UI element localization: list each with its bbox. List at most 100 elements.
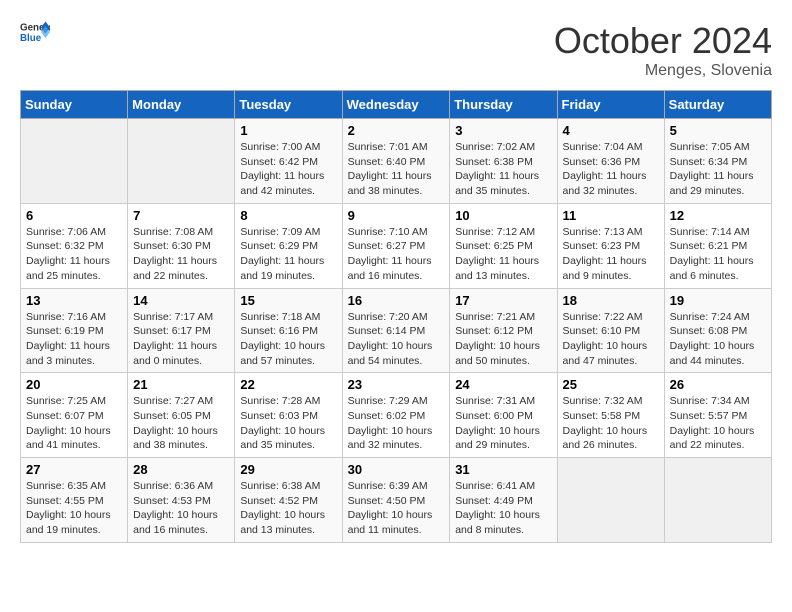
month-year-title: October 2024: [554, 20, 772, 62]
day-info: Sunrise: 7:08 AMSunset: 6:30 PMDaylight:…: [133, 225, 229, 284]
day-number: 20: [26, 377, 122, 392]
day-info: Sunrise: 7:20 AMSunset: 6:14 PMDaylight:…: [348, 310, 445, 369]
calendar-cell: 14 Sunrise: 7:17 AMSunset: 6:17 PMDayligh…: [128, 288, 235, 373]
calendar-cell: [21, 119, 128, 204]
day-number: 28: [133, 462, 229, 477]
day-number: 10: [455, 208, 551, 223]
day-info: Sunrise: 7:17 AMSunset: 6:17 PMDaylight:…: [133, 310, 229, 369]
page-header: General Blue October 2024 Menges, Sloven…: [20, 20, 772, 80]
day-of-week-header: Wednesday: [342, 91, 450, 119]
calendar-cell: [128, 119, 235, 204]
logo-icon: General Blue: [20, 20, 50, 44]
calendar-cell: 8Sunrise: 7:09 AMSunset: 6:29 PMDaylight…: [235, 203, 342, 288]
calendar-cell: 2 Sunrise: 7:01 AMSunset: 6:40 PMDaylight…: [342, 119, 450, 204]
day-number: 30: [348, 462, 445, 477]
day-of-week-header: Thursday: [450, 91, 557, 119]
day-number: 16: [348, 293, 445, 308]
calendar-cell: 4 Sunrise: 7:04 AMSunset: 6:36 PMDaylight…: [557, 119, 664, 204]
day-info: Sunrise: 7:05 AMSunset: 6:34 PMDaylight:…: [670, 140, 766, 199]
calendar-week-row: 20Sunrise: 7:25 AMSunset: 6:07 PMDayligh…: [21, 373, 772, 458]
calendar-table: SundayMondayTuesdayWednesdayThursdayFrid…: [20, 90, 772, 543]
day-info: Sunrise: 7:00 AMSunset: 6:42 PMDaylight:…: [240, 140, 336, 199]
day-info: Sunrise: 7:21 AMSunset: 6:12 PMDaylight:…: [455, 310, 551, 369]
calendar-cell: [557, 458, 664, 543]
calendar-cell: 16 Sunrise: 7:20 AMSunset: 6:14 PMDayligh…: [342, 288, 450, 373]
day-info: Sunrise: 7:14 AMSunset: 6:21 PMDaylight:…: [670, 225, 766, 284]
day-number: 21: [133, 377, 229, 392]
day-number: 24: [455, 377, 551, 392]
day-info: Sunrise: 7:06 AMSunset: 6:32 PMDaylight:…: [26, 225, 122, 284]
day-info: Sunrise: 7:29 AMSunset: 6:02 PMDaylight:…: [348, 394, 445, 453]
day-number: 11: [563, 208, 659, 223]
day-number: 19: [670, 293, 766, 308]
calendar-body: 1Sunrise: 7:00 AMSunset: 6:42 PMDaylight…: [21, 119, 772, 543]
day-number: 15: [240, 293, 336, 308]
day-number: 25: [563, 377, 659, 392]
calendar-cell: 26Sunrise: 7:34 AMSunset: 5:57 PMDayligh…: [664, 373, 771, 458]
day-info: Sunrise: 7:27 AMSunset: 6:05 PMDaylight:…: [133, 394, 229, 453]
calendar-cell: 3Sunrise: 7:02 AMSunset: 6:38 PMDaylight…: [450, 119, 557, 204]
calendar-cell: 17 Sunrise: 7:21 AMSunset: 6:12 PMDayligh…: [450, 288, 557, 373]
day-number: 4: [563, 123, 659, 138]
day-info: Sunrise: 6:36 AMSunset: 4:53 PMDaylight:…: [133, 479, 229, 538]
day-number: 12: [670, 208, 766, 223]
day-info: Sunrise: 7:01 AMSunset: 6:40 PMDaylight:…: [348, 140, 445, 199]
day-number: 9: [348, 208, 445, 223]
day-number: 3: [455, 123, 551, 138]
calendar-cell: 24Sunrise: 7:31 AMSunset: 6:00 PMDayligh…: [450, 373, 557, 458]
calendar-cell: 20Sunrise: 7:25 AMSunset: 6:07 PMDayligh…: [21, 373, 128, 458]
day-number: 31: [455, 462, 551, 477]
day-number: 14: [133, 293, 229, 308]
day-of-week-header: Monday: [128, 91, 235, 119]
logo: General Blue: [20, 20, 50, 44]
day-info: Sunrise: 7:34 AMSunset: 5:57 PMDaylight:…: [670, 394, 766, 453]
calendar-cell: [664, 458, 771, 543]
calendar-cell: 29 Sunrise: 6:38 AMSunset: 4:52 PMDayligh…: [235, 458, 342, 543]
day-info: Sunrise: 6:39 AMSunset: 4:50 PMDaylight:…: [348, 479, 445, 538]
calendar-cell: 31 Sunrise: 6:41 AMSunset: 4:49 PMDayligh…: [450, 458, 557, 543]
day-info: Sunrise: 7:24 AMSunset: 6:08 PMDaylight:…: [670, 310, 766, 369]
calendar-cell: 12 Sunrise: 7:14 AMSunset: 6:21 PMDayligh…: [664, 203, 771, 288]
day-of-week-header: Tuesday: [235, 91, 342, 119]
day-info: Sunrise: 7:10 AMSunset: 6:27 PMDaylight:…: [348, 225, 445, 284]
day-of-week-header: Friday: [557, 91, 664, 119]
day-number: 22: [240, 377, 336, 392]
calendar-cell: 28 Sunrise: 6:36 AMSunset: 4:53 PMDayligh…: [128, 458, 235, 543]
calendar-cell: 13Sunrise: 7:16 AMSunset: 6:19 PMDayligh…: [21, 288, 128, 373]
calendar-cell: 5Sunrise: 7:05 AMSunset: 6:34 PMDaylight…: [664, 119, 771, 204]
day-info: Sunrise: 7:22 AMSunset: 6:10 PMDaylight:…: [563, 310, 659, 369]
day-info: Sunrise: 7:12 AMSunset: 6:25 PMDaylight:…: [455, 225, 551, 284]
day-info: Sunrise: 6:41 AMSunset: 4:49 PMDaylight:…: [455, 479, 551, 538]
day-info: Sunrise: 7:04 AMSunset: 6:36 PMDaylight:…: [563, 140, 659, 199]
calendar-cell: 7 Sunrise: 7:08 AMSunset: 6:30 PMDaylight…: [128, 203, 235, 288]
day-number: 29: [240, 462, 336, 477]
day-info: Sunrise: 7:16 AMSunset: 6:19 PMDaylight:…: [26, 310, 122, 369]
day-number: 27: [26, 462, 122, 477]
day-number: 6: [26, 208, 122, 223]
calendar-week-row: 27 Sunrise: 6:35 AMSunset: 4:55 PMDayligh…: [21, 458, 772, 543]
calendar-cell: 15 Sunrise: 7:18 AMSunset: 6:16 PMDayligh…: [235, 288, 342, 373]
day-info: Sunrise: 7:18 AMSunset: 6:16 PMDaylight:…: [240, 310, 336, 369]
calendar-week-row: 6 Sunrise: 7:06 AMSunset: 6:32 PMDaylight…: [21, 203, 772, 288]
day-number: 18: [563, 293, 659, 308]
day-of-week-header: Saturday: [664, 91, 771, 119]
calendar-cell: 23Sunrise: 7:29 AMSunset: 6:02 PMDayligh…: [342, 373, 450, 458]
day-number: 17: [455, 293, 551, 308]
calendar-header-row: SundayMondayTuesdayWednesdayThursdayFrid…: [21, 91, 772, 119]
day-of-week-header: Sunday: [21, 91, 128, 119]
calendar-cell: 25Sunrise: 7:32 AMSunset: 5:58 PMDayligh…: [557, 373, 664, 458]
day-number: 2: [348, 123, 445, 138]
day-number: 7: [133, 208, 229, 223]
calendar-cell: 10 Sunrise: 7:12 AMSunset: 6:25 PMDayligh…: [450, 203, 557, 288]
calendar-cell: 27 Sunrise: 6:35 AMSunset: 4:55 PMDayligh…: [21, 458, 128, 543]
calendar-cell: 11 Sunrise: 7:13 AMSunset: 6:23 PMDayligh…: [557, 203, 664, 288]
location-subtitle: Menges, Slovenia: [554, 62, 772, 80]
calendar-cell: 19 Sunrise: 7:24 AMSunset: 6:08 PMDayligh…: [664, 288, 771, 373]
calendar-cell: 6 Sunrise: 7:06 AMSunset: 6:32 PMDaylight…: [21, 203, 128, 288]
calendar-cell: 1Sunrise: 7:00 AMSunset: 6:42 PMDaylight…: [235, 119, 342, 204]
day-info: Sunrise: 7:13 AMSunset: 6:23 PMDaylight:…: [563, 225, 659, 284]
day-info: Sunrise: 6:38 AMSunset: 4:52 PMDaylight:…: [240, 479, 336, 538]
day-info: Sunrise: 7:28 AMSunset: 6:03 PMDaylight:…: [240, 394, 336, 453]
day-info: Sunrise: 6:35 AMSunset: 4:55 PMDaylight:…: [26, 479, 122, 538]
calendar-cell: 9 Sunrise: 7:10 AMSunset: 6:27 PMDaylight…: [342, 203, 450, 288]
